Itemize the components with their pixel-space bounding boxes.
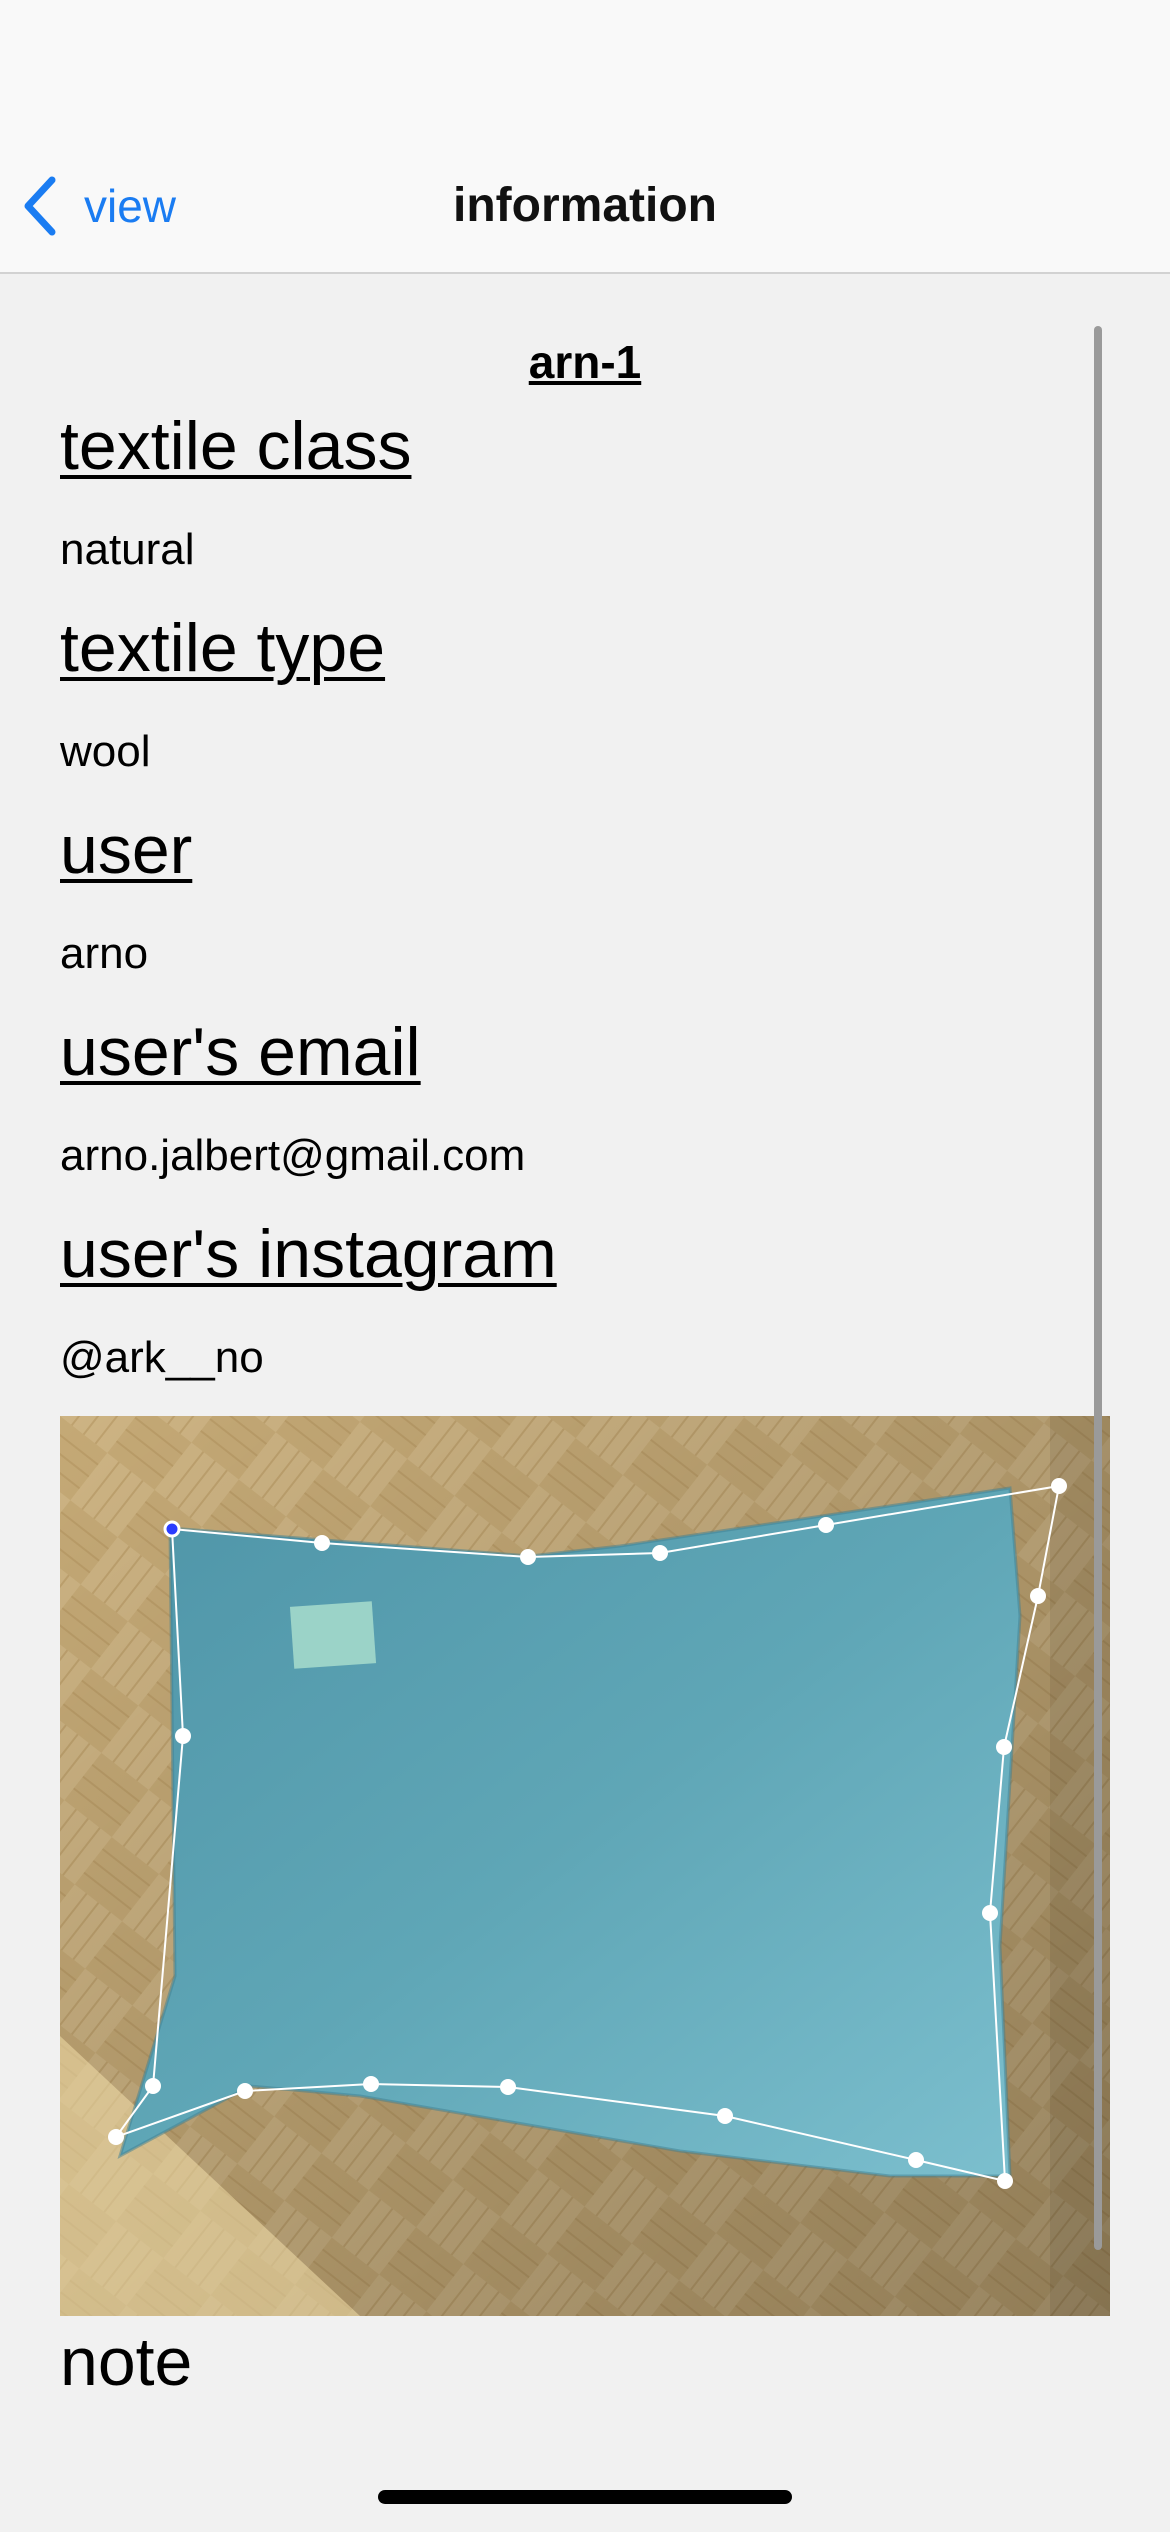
detail-content[interactable]: arn-1 textile class natural textile type… [0,274,1170,2532]
textile-photo [60,1416,1110,2316]
home-indicator[interactable] [378,2490,792,2504]
textile-type-value: wool [60,727,151,776]
screen: view information arn-1 textile class nat… [0,0,1170,2532]
user-instagram-value: @ark__no [60,1333,264,1382]
textile-type-heading: textile type [60,610,386,686]
navigation-bar: view information [0,140,1170,274]
user-instagram-heading: user's instagram [60,1216,557,1292]
note-heading: note [60,2324,193,2400]
record-id: arn-1 [528,336,642,388]
user-heading: user [60,812,193,888]
user-email-value: arno.jalbert@gmail.com [60,1131,526,1180]
scrollbar[interactable] [1094,326,1102,2250]
status-bar [0,0,1170,140]
page-title: information [453,179,717,232]
textile-class-heading: textile class [60,408,412,484]
user-value: arno [60,929,149,978]
textile-class-value: natural [60,525,195,574]
user-email-heading: user's email [60,1014,421,1090]
